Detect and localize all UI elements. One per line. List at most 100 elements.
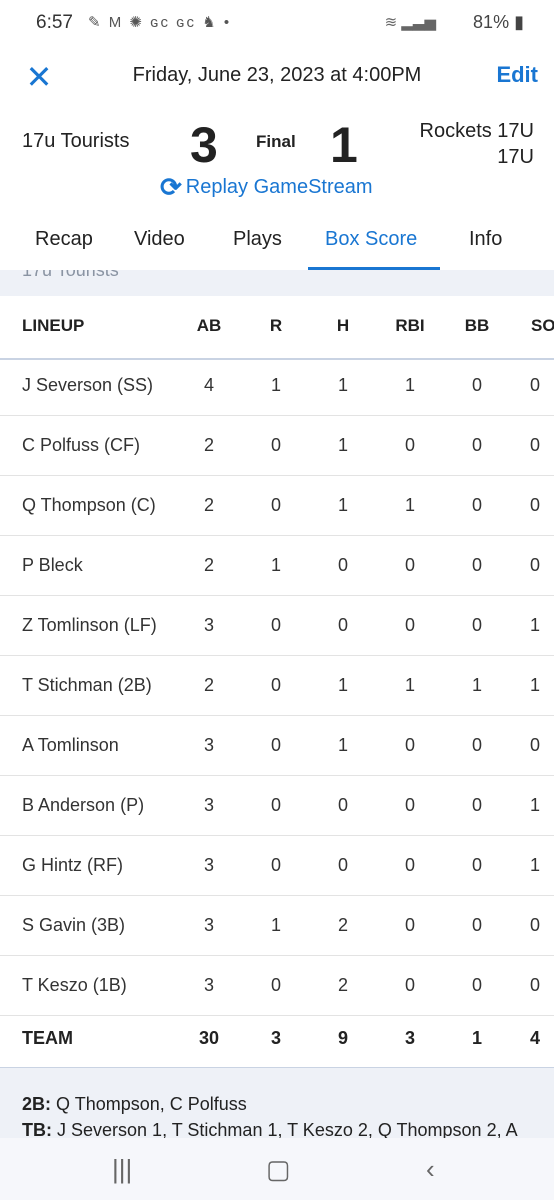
stat-so: 1: [530, 795, 541, 815]
stat-h: 1: [337, 735, 348, 755]
home-icon[interactable]: ▢: [266, 1154, 291, 1185]
player-name: Z Tomlinson (LF): [22, 615, 157, 635]
stat-h: 2: [337, 975, 348, 995]
col-ab: AB: [196, 316, 222, 335]
stat-ab: 2: [203, 495, 214, 515]
player-name: T Keszo (1B): [22, 975, 127, 995]
stat-rbi: 0: [404, 735, 415, 755]
stat-bb: 0: [471, 855, 482, 875]
away-team-score: 1: [330, 117, 358, 173]
battery-percent: 81%: [473, 12, 510, 32]
table-row[interactable]: S Gavin (3B) 3 1 2 0 0 0: [0, 896, 554, 956]
stat-r: 0: [270, 435, 281, 455]
stat-ab: 4: [203, 375, 214, 395]
stat-bb: 0: [471, 555, 482, 575]
player-name: Q Thompson (C): [22, 495, 156, 515]
stat-ab: 3: [203, 855, 214, 875]
player-name: A Tomlinson: [22, 735, 119, 755]
stat-bb: 0: [471, 795, 482, 815]
replay-label: Replay GameStream: [185, 176, 373, 198]
stat-r: 1: [270, 555, 281, 575]
table-row[interactable]: P Bleck 2 1 0 0 0 0: [0, 536, 554, 596]
col-so: SO: [531, 316, 554, 335]
tab-recap[interactable]: Recap: [35, 228, 93, 251]
stat-r: 0: [270, 795, 281, 815]
player-name: S Gavin (3B): [22, 915, 126, 935]
away-team-name-line2: 17U: [497, 146, 534, 168]
tab-box-score[interactable]: Box Score: [325, 228, 417, 251]
stat-so: 0: [530, 735, 541, 755]
stat-h: 0: [337, 615, 348, 635]
total-bases-note: TB: J Severson 1, T Stichman 1, T Keszo …: [22, 1120, 518, 1138]
table-row[interactable]: Z Tomlinson (LF) 3 0 0 0 0 1: [0, 596, 554, 656]
stat-r: 0: [270, 615, 281, 635]
stat-rbi: 0: [404, 615, 415, 635]
table-row[interactable]: A Tomlinson 3 0 1 0 0 0: [0, 716, 554, 776]
stat-r: 1: [270, 915, 281, 935]
stat-rbi: 0: [404, 915, 415, 935]
stat-bb: 0: [471, 615, 482, 635]
stat-rbi: 0: [404, 855, 415, 875]
stat-h: 1: [337, 495, 348, 515]
table-row[interactable]: Q Thompson (C) 2 0 1 1 0 0: [0, 476, 554, 536]
stat-r: 0: [270, 495, 281, 515]
system-nav-bar: ||| ▢ ‹: [0, 1138, 554, 1200]
battery-status: 81% ▮: [473, 12, 524, 33]
recent-apps-icon[interactable]: |||: [112, 1154, 132, 1185]
away-team-name: Rockets 17U 17U: [420, 118, 535, 170]
tab-plays[interactable]: Plays: [233, 228, 282, 251]
total-bb: 1: [471, 1028, 482, 1048]
doubles-value: Q Thompson, C Polfuss: [56, 1094, 247, 1114]
stat-r: 0: [270, 735, 281, 755]
wifi-signal-icon: ≋ ▂▃▅: [384, 14, 436, 31]
table-row[interactable]: C Polfuss (CF) 2 0 1 0 0 0: [0, 416, 554, 476]
col-r: R: [269, 316, 283, 335]
col-h: H: [336, 316, 350, 335]
top-header: ✕ Friday, June 23, 2023 at 4:00PM Edit: [0, 52, 554, 102]
tb-label: TB:: [22, 1120, 52, 1138]
tab-video[interactable]: Video: [134, 228, 185, 251]
table-row[interactable]: G Hintz (RF) 3 0 0 0 0 1: [0, 836, 554, 896]
player-name: B Anderson (P): [22, 795, 145, 815]
stat-ab: 3: [203, 795, 214, 815]
stat-bb: 0: [471, 495, 482, 515]
table-row[interactable]: B Anderson (P) 3 0 0 0 0 1: [0, 776, 554, 836]
doubles-label: 2B:: [22, 1094, 52, 1114]
stat-so: 0: [530, 435, 541, 455]
tab-info[interactable]: Info: [469, 228, 502, 251]
stat-r: 0: [270, 675, 281, 695]
stat-r: 1: [270, 375, 281, 395]
stat-so: 1: [530, 615, 541, 635]
stat-ab: 2: [203, 555, 214, 575]
total-r: 3: [270, 1028, 281, 1048]
replay-gamestream-button[interactable]: ⟳ Replay GameStream: [160, 172, 373, 204]
game-status: Final: [256, 132, 296, 151]
stat-h: 1: [337, 375, 348, 395]
home-team-name: 17u Tourists: [22, 130, 130, 152]
stat-so: 0: [530, 555, 541, 575]
box-score-notes: 2B: Q Thompson, C Polfuss TB: J Severson…: [0, 1068, 554, 1138]
table-row[interactable]: T Keszo (1B) 3 0 2 0 0 0: [0, 956, 554, 1016]
table-row[interactable]: J Severson (SS) 4 1 1 1 0 0: [0, 356, 554, 416]
stat-r: 0: [270, 855, 281, 875]
player-name: J Severson (SS): [22, 375, 154, 395]
back-icon[interactable]: ‹: [426, 1154, 435, 1185]
player-name: P Bleck: [22, 555, 83, 575]
stat-h: 0: [337, 795, 348, 815]
total-h: 9: [337, 1028, 348, 1048]
stat-bb: 0: [471, 975, 482, 995]
stat-bb: 0: [471, 915, 482, 935]
stat-bb: 1: [471, 675, 482, 695]
section-header: 17u Tourists: [0, 270, 554, 296]
table-row[interactable]: T Stichman (2B) 2 0 1 1 1 1: [0, 656, 554, 716]
status-time: 6:57: [36, 12, 73, 33]
stat-rbi: 0: [404, 555, 415, 575]
edit-button[interactable]: Edit: [496, 62, 538, 88]
col-lineup: LINEUP: [22, 316, 85, 335]
stat-so: 0: [530, 975, 541, 995]
stat-h: 2: [337, 915, 348, 935]
replay-icon: ⟳: [160, 172, 182, 202]
team-totals-row: TEAM 30 3 9 3 1 4: [0, 1009, 554, 1069]
stat-bb: 0: [471, 375, 482, 395]
status-bar: 6:57 ✎ M ✺ ɢᴄ ɢᴄ ♞ • ≋ ▂▃▅ 81% ▮: [0, 0, 554, 46]
